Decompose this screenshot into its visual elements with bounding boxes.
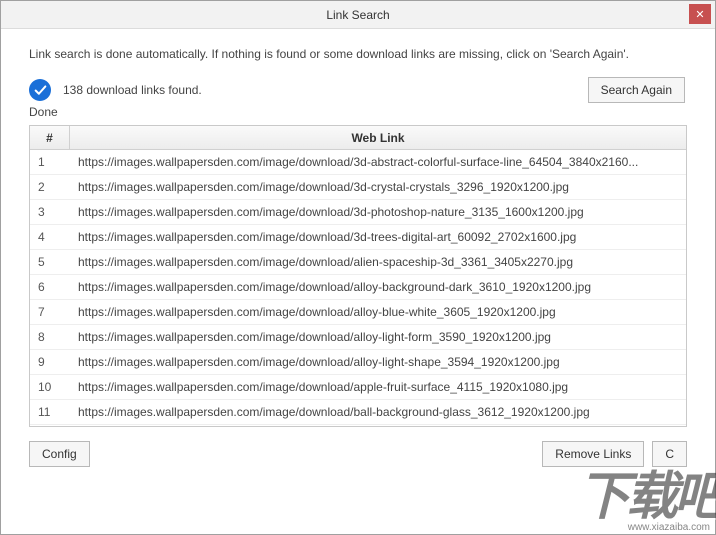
col-header-number[interactable]: # bbox=[30, 126, 70, 149]
cell-weblink: https://images.wallpapersden.com/image/d… bbox=[70, 380, 686, 394]
description-text: Link search is done automatically. If no… bbox=[1, 29, 715, 73]
table-row[interactable]: 6https://images.wallpapersden.com/image/… bbox=[30, 275, 686, 300]
status-text: 138 download links found. bbox=[63, 83, 588, 97]
cell-weblink: https://images.wallpapersden.com/image/d… bbox=[70, 280, 686, 294]
cell-weblink: https://images.wallpapersden.com/image/d… bbox=[70, 155, 686, 169]
cell-weblink: https://images.wallpapersden.com/image/d… bbox=[70, 255, 686, 269]
table-row[interactable]: 5https://images.wallpapersden.com/image/… bbox=[30, 250, 686, 275]
search-again-button[interactable]: Search Again bbox=[588, 77, 685, 103]
table-row[interactable]: 9https://images.wallpapersden.com/image/… bbox=[30, 350, 686, 375]
close-icon: ✕ bbox=[695, 8, 704, 21]
cell-number: 9 bbox=[30, 355, 70, 369]
cell-number: 1 bbox=[30, 155, 70, 169]
ok-button-partial[interactable]: C bbox=[652, 441, 687, 467]
table-row[interactable]: 1https://images.wallpapersden.com/image/… bbox=[30, 150, 686, 175]
content-area: Link search is done automatically. If no… bbox=[1, 29, 715, 534]
footer-buttons: Config Remove Links C bbox=[1, 427, 715, 481]
cell-number: 3 bbox=[30, 205, 70, 219]
done-label: Done bbox=[1, 103, 715, 125]
cell-weblink: https://images.wallpapersden.com/image/d… bbox=[70, 205, 686, 219]
cell-weblink: https://images.wallpapersden.com/image/d… bbox=[70, 230, 686, 244]
check-icon bbox=[29, 79, 51, 101]
cell-weblink: https://images.wallpapersden.com/image/d… bbox=[70, 355, 686, 369]
cell-weblink: https://images.wallpapersden.com/image/d… bbox=[70, 305, 686, 319]
cell-number: 4 bbox=[30, 230, 70, 244]
links-table: # Web Link 1https://images.wallpapersden… bbox=[29, 125, 687, 427]
table-row[interactable]: 2https://images.wallpapersden.com/image/… bbox=[30, 175, 686, 200]
cell-number: 6 bbox=[30, 280, 70, 294]
link-search-window: Link Search ✕ Link search is done automa… bbox=[0, 0, 716, 535]
table-row[interactable]: 7https://images.wallpapersden.com/image/… bbox=[30, 300, 686, 325]
cell-number: 5 bbox=[30, 255, 70, 269]
table-row[interactable]: 11https://images.wallpapersden.com/image… bbox=[30, 400, 686, 425]
col-header-weblink[interactable]: Web Link bbox=[70, 126, 686, 149]
cell-weblink: https://images.wallpapersden.com/image/d… bbox=[70, 405, 686, 419]
table-row[interactable]: 3https://images.wallpapersden.com/image/… bbox=[30, 200, 686, 225]
table-row[interactable]: 10https://images.wallpapersden.com/image… bbox=[30, 375, 686, 400]
titlebar: Link Search ✕ bbox=[1, 1, 715, 29]
window-title: Link Search bbox=[326, 8, 389, 22]
remove-links-button[interactable]: Remove Links bbox=[542, 441, 644, 467]
cell-number: 8 bbox=[30, 330, 70, 344]
table-row[interactable]: 4https://images.wallpapersden.com/image/… bbox=[30, 225, 686, 250]
table-body[interactable]: 1https://images.wallpapersden.com/image/… bbox=[30, 150, 686, 426]
close-button[interactable]: ✕ bbox=[689, 4, 711, 24]
cell-number: 7 bbox=[30, 305, 70, 319]
cell-weblink: https://images.wallpapersden.com/image/d… bbox=[70, 180, 686, 194]
table-row[interactable]: 8https://images.wallpapersden.com/image/… bbox=[30, 325, 686, 350]
cell-number: 10 bbox=[30, 380, 70, 394]
cell-number: 11 bbox=[30, 405, 70, 419]
table-header: # Web Link bbox=[30, 126, 686, 150]
status-row: 138 download links found. Search Again bbox=[1, 73, 715, 103]
cell-number: 2 bbox=[30, 180, 70, 194]
config-button[interactable]: Config bbox=[29, 441, 90, 467]
cell-weblink: https://images.wallpapersden.com/image/d… bbox=[70, 330, 686, 344]
